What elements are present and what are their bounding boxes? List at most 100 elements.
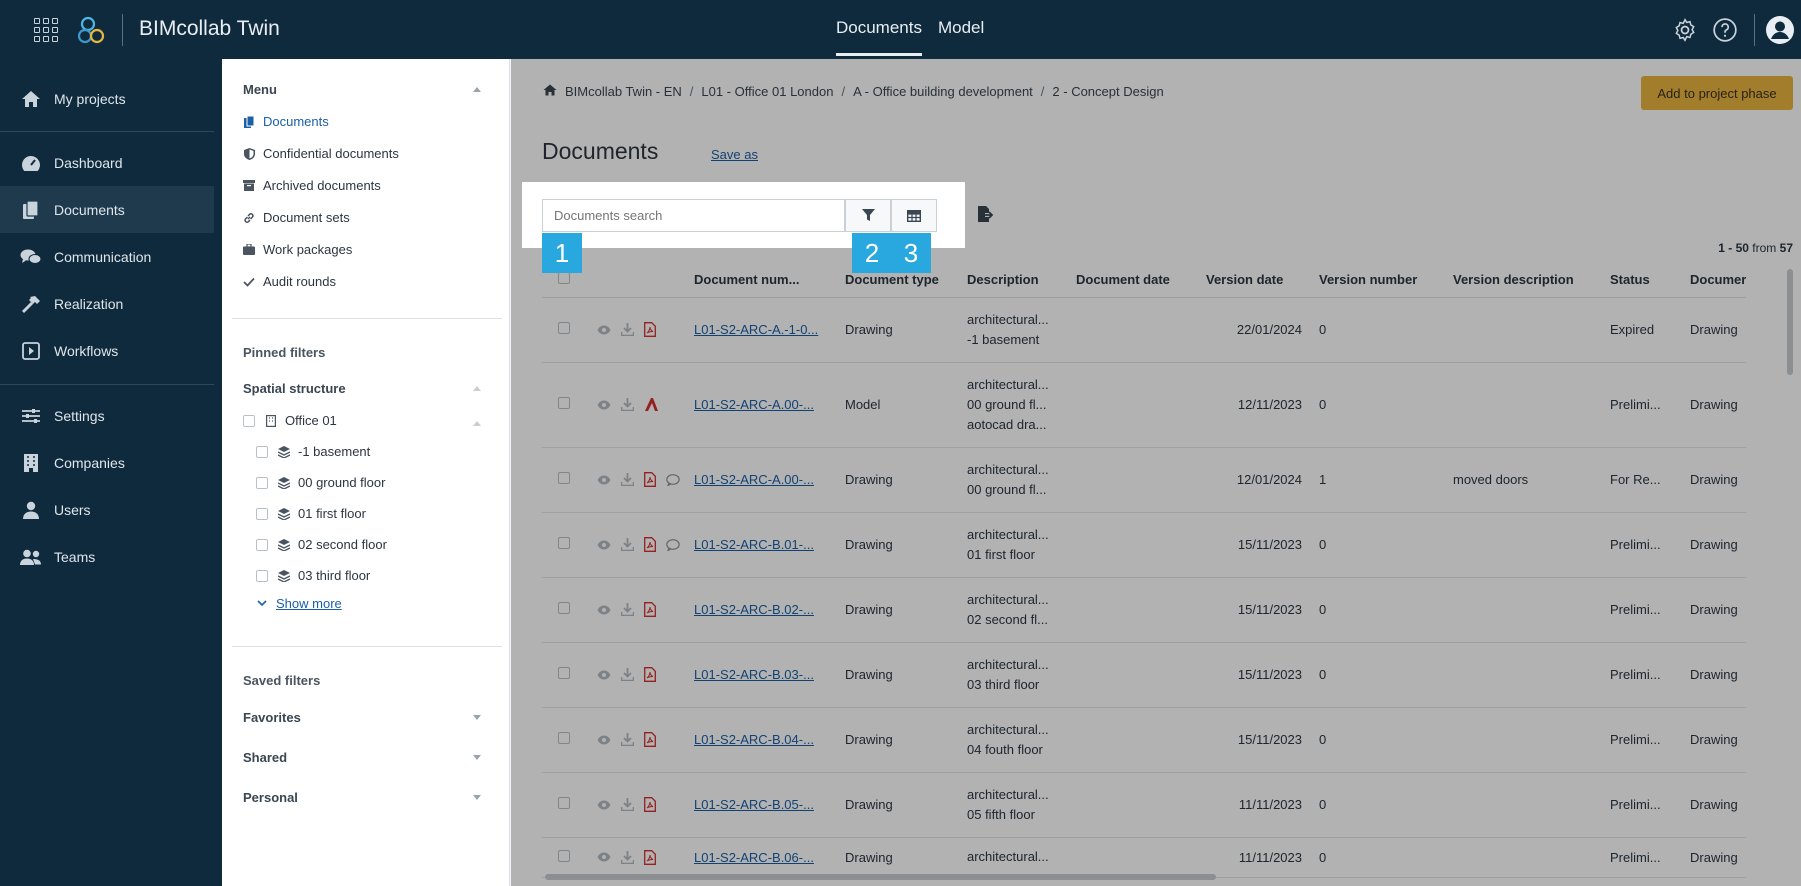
download-icon[interactable]: [621, 668, 634, 681]
download-icon[interactable]: [621, 850, 634, 864]
document-link[interactable]: L01-S2-ARC-A.00-...: [694, 397, 814, 412]
breadcrumb-item[interactable]: A - Office building development: [853, 84, 1033, 99]
office-filter[interactable]: Office 01: [243, 413, 337, 428]
add-to-project-phase-button[interactable]: Add to project phase: [1641, 76, 1793, 110]
column-header[interactable]: Version description: [1450, 263, 1607, 298]
favorites-header[interactable]: Favorites: [243, 710, 301, 725]
avatar[interactable]: [1765, 15, 1795, 45]
view-icon[interactable]: [597, 670, 611, 680]
comment-icon[interactable]: [666, 473, 680, 486]
table-row[interactable]: L01-S2-ARC-B.05-... Drawing architectural.…: [542, 772, 1747, 838]
comment-icon[interactable]: [666, 538, 680, 551]
download-icon[interactable]: [621, 473, 634, 486]
chevron-up-icon[interactable]: [473, 421, 481, 426]
column-header[interactable]: Documer: [1687, 263, 1747, 298]
sidebar-item-my-projects[interactable]: My projects: [0, 75, 214, 122]
chevron-up-icon[interactable]: [473, 386, 481, 391]
view-icon[interactable]: [597, 605, 611, 615]
row-checkbox[interactable]: [558, 667, 570, 679]
table-row[interactable]: L01-S2-ARC-A.-1-0... Drawing architectural…: [542, 297, 1747, 363]
row-checkbox[interactable]: [558, 472, 570, 484]
breadcrumb-item[interactable]: L01 - Office 01 London: [701, 84, 833, 99]
pdf-file-icon[interactable]: [644, 537, 656, 552]
chevron-down-icon[interactable]: [473, 715, 481, 720]
view-icon[interactable]: [597, 475, 611, 485]
row-checkbox[interactable]: [558, 849, 570, 862]
row-checkbox[interactable]: [558, 537, 570, 549]
personal-header[interactable]: Personal: [243, 790, 298, 805]
app-grid-icon[interactable]: [34, 18, 58, 42]
download-icon[interactable]: [621, 538, 634, 551]
pdf-file-icon[interactable]: [644, 602, 656, 617]
column-header[interactable]: Document num...: [691, 263, 842, 298]
floor-filter[interactable]: 02 second floor: [256, 537, 387, 552]
view-icon[interactable]: [597, 800, 611, 810]
search-input[interactable]: [542, 199, 845, 232]
view-icon[interactable]: [597, 540, 611, 550]
pdf-file-icon[interactable]: [644, 797, 656, 812]
document-link[interactable]: L01-S2-ARC-A.00-...: [694, 472, 814, 487]
chevron-down-icon[interactable]: [473, 795, 481, 800]
download-icon[interactable]: [621, 603, 634, 616]
floor-filter[interactable]: 00 ground floor: [256, 475, 385, 490]
download-icon[interactable]: [621, 733, 634, 746]
sidebar-item-documents[interactable]: Documents: [0, 186, 214, 233]
shared-header[interactable]: Shared: [243, 750, 287, 765]
columns-button[interactable]: [891, 199, 937, 232]
chevron-down-icon[interactable]: [473, 755, 481, 760]
view-icon[interactable]: [597, 325, 611, 335]
document-link[interactable]: L01-S2-ARC-B.04-...: [694, 732, 814, 747]
floor-filter[interactable]: 01 first floor: [256, 506, 366, 521]
table-row[interactable]: L01-S2-ARC-A.00-... Drawing architectural.…: [542, 447, 1747, 513]
floor-filter[interactable]: -1 basement: [256, 444, 370, 459]
sidebar-item-communication[interactable]: Communication: [0, 233, 214, 280]
column-header[interactable]: Version number: [1316, 263, 1450, 298]
checkbox[interactable]: [256, 538, 268, 551]
breadcrumb-item[interactable]: 2 - Concept Design: [1052, 84, 1163, 99]
submenu-item-documents[interactable]: Documents: [243, 114, 329, 129]
breadcrumb-item[interactable]: BIMcollab Twin - EN: [565, 84, 682, 99]
vertical-scrollbar[interactable]: [1787, 269, 1793, 375]
column-header[interactable]: Document date: [1073, 263, 1203, 298]
chevron-up-icon[interactable]: [473, 87, 481, 92]
row-checkbox[interactable]: [558, 732, 570, 744]
table-row[interactable]: L01-S2-ARC-B.06-... Drawing architectural.…: [542, 837, 1747, 878]
submenu-item-document-sets[interactable]: Document sets: [243, 210, 350, 225]
home-icon[interactable]: [543, 84, 557, 99]
save-as-link[interactable]: Save as: [711, 147, 758, 162]
document-link[interactable]: L01-S2-ARC-B.06-...: [694, 850, 814, 865]
document-link[interactable]: L01-S2-ARC-B.01-...: [694, 537, 814, 552]
tab-model[interactable]: Model: [938, 18, 984, 56]
checkbox[interactable]: [256, 476, 268, 489]
pdf-file-icon[interactable]: [644, 849, 656, 865]
export-icon[interactable]: [976, 205, 994, 223]
sidebar-item-companies[interactable]: Companies: [0, 439, 214, 486]
table-row[interactable]: L01-S2-ARC-B.03-... Drawing architectural.…: [542, 642, 1747, 708]
floor-filter[interactable]: 03 third floor: [256, 568, 370, 583]
sidebar-item-users[interactable]: Users: [0, 486, 214, 533]
submenu-item-archived[interactable]: Archived documents: [243, 178, 381, 193]
table-row[interactable]: L01-S2-ARC-B.02-... Drawing architectural.…: [542, 577, 1747, 643]
table-row[interactable]: L01-S2-ARC-A.00-... Model architectural...…: [542, 362, 1747, 448]
checkbox[interactable]: [256, 569, 268, 582]
document-link[interactable]: L01-S2-ARC-B.02-...: [694, 602, 814, 617]
download-icon[interactable]: [621, 798, 634, 811]
view-icon[interactable]: [597, 400, 611, 410]
checkbox[interactable]: [256, 445, 268, 458]
select-all-checkbox[interactable]: [558, 272, 570, 285]
download-icon[interactable]: [621, 323, 634, 336]
sidebar-item-dashboard[interactable]: Dashboard: [0, 139, 214, 186]
document-link[interactable]: L01-S2-ARC-A.-1-0...: [694, 322, 818, 337]
show-more-link[interactable]: Show more: [256, 596, 342, 611]
checkbox[interactable]: [243, 414, 255, 427]
checkbox[interactable]: [256, 507, 268, 520]
pdf-file-icon[interactable]: [644, 667, 656, 682]
row-checkbox[interactable]: [558, 602, 570, 614]
tab-documents[interactable]: Documents: [836, 18, 922, 56]
filter-button[interactable]: [845, 199, 891, 232]
table-row[interactable]: L01-S2-ARC-B.01-... Drawing architectural.…: [542, 512, 1747, 578]
sidebar-item-teams[interactable]: Teams: [0, 533, 214, 580]
document-link[interactable]: L01-S2-ARC-B.05-...: [694, 797, 814, 812]
autocad-file-icon[interactable]: [644, 397, 659, 412]
pdf-file-icon[interactable]: [644, 732, 656, 747]
